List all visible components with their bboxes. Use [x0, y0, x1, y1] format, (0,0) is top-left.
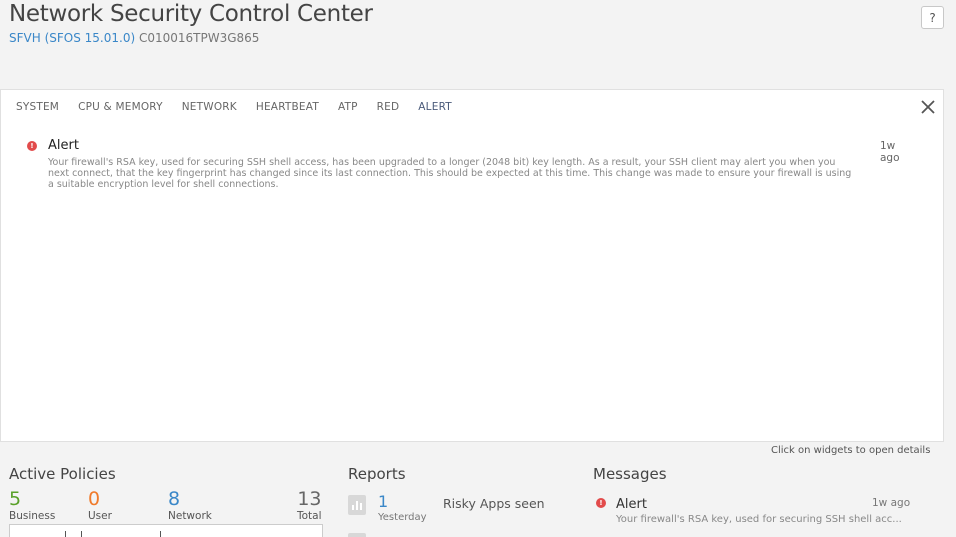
report-label[interactable]: Risky Apps seen	[443, 496, 545, 511]
active-policies-title[interactable]: Active Policies	[9, 465, 116, 483]
business-policies-stat[interactable]: 5 Business	[9, 488, 55, 522]
business-label: Business	[9, 510, 56, 522]
alert-body: Your firewall's RSA key, used for securi…	[48, 157, 852, 190]
messages-title[interactable]: Messages	[593, 465, 667, 483]
chart-tick	[81, 531, 82, 537]
tab-atp[interactable]: ATP	[338, 101, 358, 113]
tab-heartbeat[interactable]: HEARTBEAT	[256, 101, 319, 113]
message-alert-icon: !	[596, 498, 606, 508]
message-title[interactable]: Alert	[616, 497, 647, 512]
chart-tick	[160, 531, 161, 537]
network-label: Network	[168, 510, 212, 522]
alert-exclamation-icon: !	[27, 141, 37, 151]
widgets-hint: Click on widgets to open details	[771, 445, 931, 456]
device-serial: C010016TPW3G865	[138, 31, 260, 45]
user-policies-stat[interactable]: 0 User	[88, 488, 112, 522]
message-time: 1w ago	[872, 497, 911, 509]
page-title: Network Security Control Center	[9, 1, 373, 27]
alert-time: 1w ago	[880, 140, 900, 164]
tab-alert[interactable]: ALERT	[418, 101, 452, 113]
device-model-link[interactable]: SFVH (SFOS 15.01.0)	[9, 31, 135, 45]
user-label: User	[88, 510, 112, 522]
business-count: 5	[9, 488, 22, 510]
page-header: Network Security Control Center SFVH (SF…	[9, 0, 373, 45]
user-count: 0	[88, 488, 101, 510]
chart-tick	[65, 531, 66, 537]
device-info: SFVH (SFOS 15.01.0) C010016TPW3G865	[9, 31, 373, 45]
bar-chart-icon	[348, 495, 366, 515]
close-icon[interactable]	[919, 98, 937, 116]
network-policies-stat[interactable]: 8 Network	[168, 488, 212, 522]
report-count[interactable]: 1	[378, 492, 388, 511]
network-count: 8	[168, 488, 181, 510]
details-panel: SYSTEM CPU & MEMORY NETWORK HEARTBEAT AT…	[0, 89, 944, 442]
tab-network[interactable]: NETWORK	[182, 101, 237, 113]
tab-system[interactable]: SYSTEM	[16, 101, 59, 113]
message-body: Your firewall's RSA key, used for securi…	[616, 514, 902, 525]
panel-tabs: SYSTEM CPU & MEMORY NETWORK HEARTBEAT AT…	[16, 101, 471, 113]
alert-title: Alert	[48, 138, 79, 153]
total-policies-stat[interactable]: 13 Total	[297, 488, 322, 522]
report-icon	[348, 533, 366, 537]
policies-chart[interactable]	[9, 524, 323, 537]
total-count: 13	[297, 488, 322, 510]
total-label: Total	[297, 510, 322, 522]
report-period: Yesterday	[378, 512, 427, 523]
reports-title[interactable]: Reports	[348, 465, 406, 483]
tab-cpu-memory[interactable]: CPU & MEMORY	[78, 101, 163, 113]
help-button[interactable]: ?	[921, 6, 944, 29]
tab-red[interactable]: RED	[377, 101, 400, 113]
